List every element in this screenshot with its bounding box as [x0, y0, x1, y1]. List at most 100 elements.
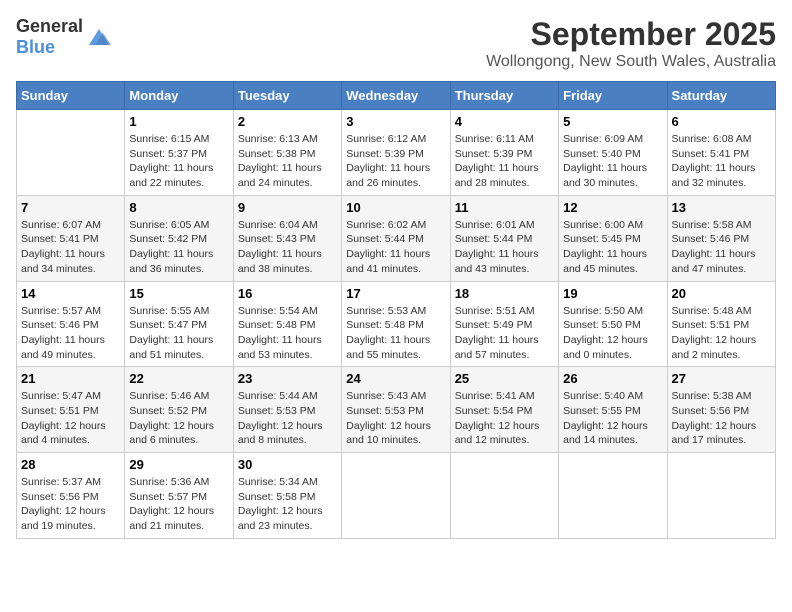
- day-number: 30: [238, 457, 337, 472]
- day-number: 3: [346, 114, 445, 129]
- calendar-cell: 6 Sunrise: 6:08 AMSunset: 5:41 PMDaylight…: [667, 110, 775, 196]
- cell-content: Sunrise: 5:47 AMSunset: 5:51 PMDaylight:…: [21, 389, 120, 448]
- day-number: 18: [455, 286, 554, 301]
- week-row-5: 28Sunrise: 5:37 AMSunset: 5:56 PMDayligh…: [17, 453, 776, 539]
- day-number: 7: [21, 200, 120, 215]
- calendar-cell: 14 Sunrise: 5:57 AMSunset: 5:46 PMDayligh…: [17, 281, 125, 367]
- day-number: 16: [238, 286, 337, 301]
- calendar-cell: 20Sunrise: 5:48 AMSunset: 5:51 PMDayligh…: [667, 281, 775, 367]
- day-number: 11: [455, 200, 554, 215]
- day-number: 20: [672, 286, 771, 301]
- day-number: 1: [129, 114, 228, 129]
- header-cell-sunday: Sunday: [17, 82, 125, 110]
- calendar-cell: 12 Sunrise: 6:00 AMSunset: 5:45 PMDayligh…: [559, 195, 667, 281]
- calendar-cell: 22Sunrise: 5:46 AMSunset: 5:52 PMDayligh…: [125, 367, 233, 453]
- calendar-cell: 29Sunrise: 5:36 AMSunset: 5:57 PMDayligh…: [125, 453, 233, 539]
- week-row-4: 21 Sunrise: 5:47 AMSunset: 5:51 PMDayligh…: [17, 367, 776, 453]
- cell-content: Sunrise: 5:54 AMSunset: 5:48 PMDaylight:…: [238, 304, 337, 363]
- cell-content: Sunrise: 6:09 AMSunset: 5:40 PMDaylight:…: [563, 132, 662, 191]
- cell-content: Sunrise: 6:00 AMSunset: 5:45 PMDaylight:…: [563, 218, 662, 277]
- calendar-cell: 8Sunrise: 6:05 AMSunset: 5:42 PMDaylight…: [125, 195, 233, 281]
- logo-icon: [85, 25, 113, 49]
- calendar-cell: 13 Sunrise: 5:58 AMSunset: 5:46 PMDayligh…: [667, 195, 775, 281]
- header-cell-monday: Monday: [125, 82, 233, 110]
- calendar-cell: 2 Sunrise: 6:13 AMSunset: 5:38 PMDaylight…: [233, 110, 341, 196]
- cell-content: Sunrise: 6:05 AMSunset: 5:42 PMDaylight:…: [129, 218, 228, 277]
- cell-content: Sunrise: 5:41 AMSunset: 5:54 PMDaylight:…: [455, 389, 554, 448]
- cell-content: Sunrise: 6:07 AMSunset: 5:41 PMDaylight:…: [21, 218, 120, 277]
- header-row: SundayMondayTuesdayWednesdayThursdayFrid…: [17, 82, 776, 110]
- calendar-cell: [17, 110, 125, 196]
- cell-content: Sunrise: 5:53 AMSunset: 5:48 PMDaylight:…: [346, 304, 445, 363]
- calendar-cell: 26Sunrise: 5:40 AMSunset: 5:55 PMDayligh…: [559, 367, 667, 453]
- day-number: 5: [563, 114, 662, 129]
- header-cell-thursday: Thursday: [450, 82, 558, 110]
- logo-general: General: [16, 16, 83, 36]
- calendar-cell: 17 Sunrise: 5:53 AMSunset: 5:48 PMDayligh…: [342, 281, 450, 367]
- week-row-2: 7 Sunrise: 6:07 AMSunset: 5:41 PMDaylight…: [17, 195, 776, 281]
- day-number: 19: [563, 286, 662, 301]
- day-number: 12: [563, 200, 662, 215]
- calendar-cell: [559, 453, 667, 539]
- cell-content: Sunrise: 5:58 AMSunset: 5:46 PMDaylight:…: [672, 218, 771, 277]
- calendar-cell: [667, 453, 775, 539]
- calendar-cell: 1 Sunrise: 6:15 AMSunset: 5:37 PMDaylight…: [125, 110, 233, 196]
- calendar-table: SundayMondayTuesdayWednesdayThursdayFrid…: [16, 81, 776, 539]
- day-number: 21: [21, 371, 120, 386]
- page-header: General Blue September 2025 Wollongong, …: [16, 16, 776, 71]
- calendar-cell: 15Sunrise: 5:55 AMSunset: 5:47 PMDayligh…: [125, 281, 233, 367]
- logo-blue: Blue: [16, 37, 55, 57]
- week-row-3: 14 Sunrise: 5:57 AMSunset: 5:46 PMDayligh…: [17, 281, 776, 367]
- day-number: 6: [672, 114, 771, 129]
- logo-text: General Blue: [16, 16, 83, 58]
- day-number: 10: [346, 200, 445, 215]
- calendar-cell: 27 Sunrise: 5:38 AMSunset: 5:56 PMDayligh…: [667, 367, 775, 453]
- calendar-cell: 3 Sunrise: 6:12 AMSunset: 5:39 PMDaylight…: [342, 110, 450, 196]
- day-number: 29: [129, 457, 228, 472]
- calendar-cell: [342, 453, 450, 539]
- week-row-1: 1 Sunrise: 6:15 AMSunset: 5:37 PMDaylight…: [17, 110, 776, 196]
- calendar-cell: 30 Sunrise: 5:34 AMSunset: 5:58 PMDayligh…: [233, 453, 341, 539]
- calendar-cell: 24Sunrise: 5:43 AMSunset: 5:53 PMDayligh…: [342, 367, 450, 453]
- cell-content: Sunrise: 6:08 AMSunset: 5:41 PMDaylight:…: [672, 132, 771, 191]
- cell-content: Sunrise: 5:51 AMSunset: 5:49 PMDaylight:…: [455, 304, 554, 363]
- day-number: 9: [238, 200, 337, 215]
- day-number: 17: [346, 286, 445, 301]
- day-number: 2: [238, 114, 337, 129]
- calendar-cell: 25 Sunrise: 5:41 AMSunset: 5:54 PMDayligh…: [450, 367, 558, 453]
- header-cell-tuesday: Tuesday: [233, 82, 341, 110]
- calendar-cell: 19 Sunrise: 5:50 AMSunset: 5:50 PMDayligh…: [559, 281, 667, 367]
- cell-content: Sunrise: 6:12 AMSunset: 5:39 PMDaylight:…: [346, 132, 445, 191]
- calendar-cell: 5 Sunrise: 6:09 AMSunset: 5:40 PMDaylight…: [559, 110, 667, 196]
- cell-content: Sunrise: 6:13 AMSunset: 5:38 PMDaylight:…: [238, 132, 337, 191]
- cell-content: Sunrise: 5:43 AMSunset: 5:53 PMDaylight:…: [346, 389, 445, 448]
- calendar-cell: 11 Sunrise: 6:01 AMSunset: 5:44 PMDayligh…: [450, 195, 558, 281]
- header-cell-wednesday: Wednesday: [342, 82, 450, 110]
- cell-content: Sunrise: 5:50 AMSunset: 5:50 PMDaylight:…: [563, 304, 662, 363]
- cell-content: Sunrise: 6:15 AMSunset: 5:37 PMDaylight:…: [129, 132, 228, 191]
- calendar-cell: 18 Sunrise: 5:51 AMSunset: 5:49 PMDayligh…: [450, 281, 558, 367]
- cell-content: Sunrise: 6:04 AMSunset: 5:43 PMDaylight:…: [238, 218, 337, 277]
- day-number: 4: [455, 114, 554, 129]
- day-number: 13: [672, 200, 771, 215]
- cell-content: Sunrise: 6:02 AMSunset: 5:44 PMDaylight:…: [346, 218, 445, 277]
- day-number: 26: [563, 371, 662, 386]
- day-number: 25: [455, 371, 554, 386]
- cell-content: Sunrise: 5:38 AMSunset: 5:56 PMDaylight:…: [672, 389, 771, 448]
- calendar-cell: 7 Sunrise: 6:07 AMSunset: 5:41 PMDaylight…: [17, 195, 125, 281]
- header-cell-saturday: Saturday: [667, 82, 775, 110]
- day-number: 27: [672, 371, 771, 386]
- day-number: 22: [129, 371, 228, 386]
- cell-content: Sunrise: 6:01 AMSunset: 5:44 PMDaylight:…: [455, 218, 554, 277]
- day-number: 14: [21, 286, 120, 301]
- cell-content: Sunrise: 5:34 AMSunset: 5:58 PMDaylight:…: [238, 475, 337, 534]
- title-block: September 2025 Wollongong, New South Wal…: [486, 16, 776, 71]
- cell-content: Sunrise: 6:11 AMSunset: 5:39 PMDaylight:…: [455, 132, 554, 191]
- location-title: Wollongong, New South Wales, Australia: [486, 53, 776, 71]
- calendar-cell: 21 Sunrise: 5:47 AMSunset: 5:51 PMDayligh…: [17, 367, 125, 453]
- logo: General Blue: [16, 16, 113, 58]
- month-title: September 2025: [486, 16, 776, 53]
- cell-content: Sunrise: 5:57 AMSunset: 5:46 PMDaylight:…: [21, 304, 120, 363]
- calendar-cell: 9 Sunrise: 6:04 AMSunset: 5:43 PMDaylight…: [233, 195, 341, 281]
- calendar-cell: 28Sunrise: 5:37 AMSunset: 5:56 PMDayligh…: [17, 453, 125, 539]
